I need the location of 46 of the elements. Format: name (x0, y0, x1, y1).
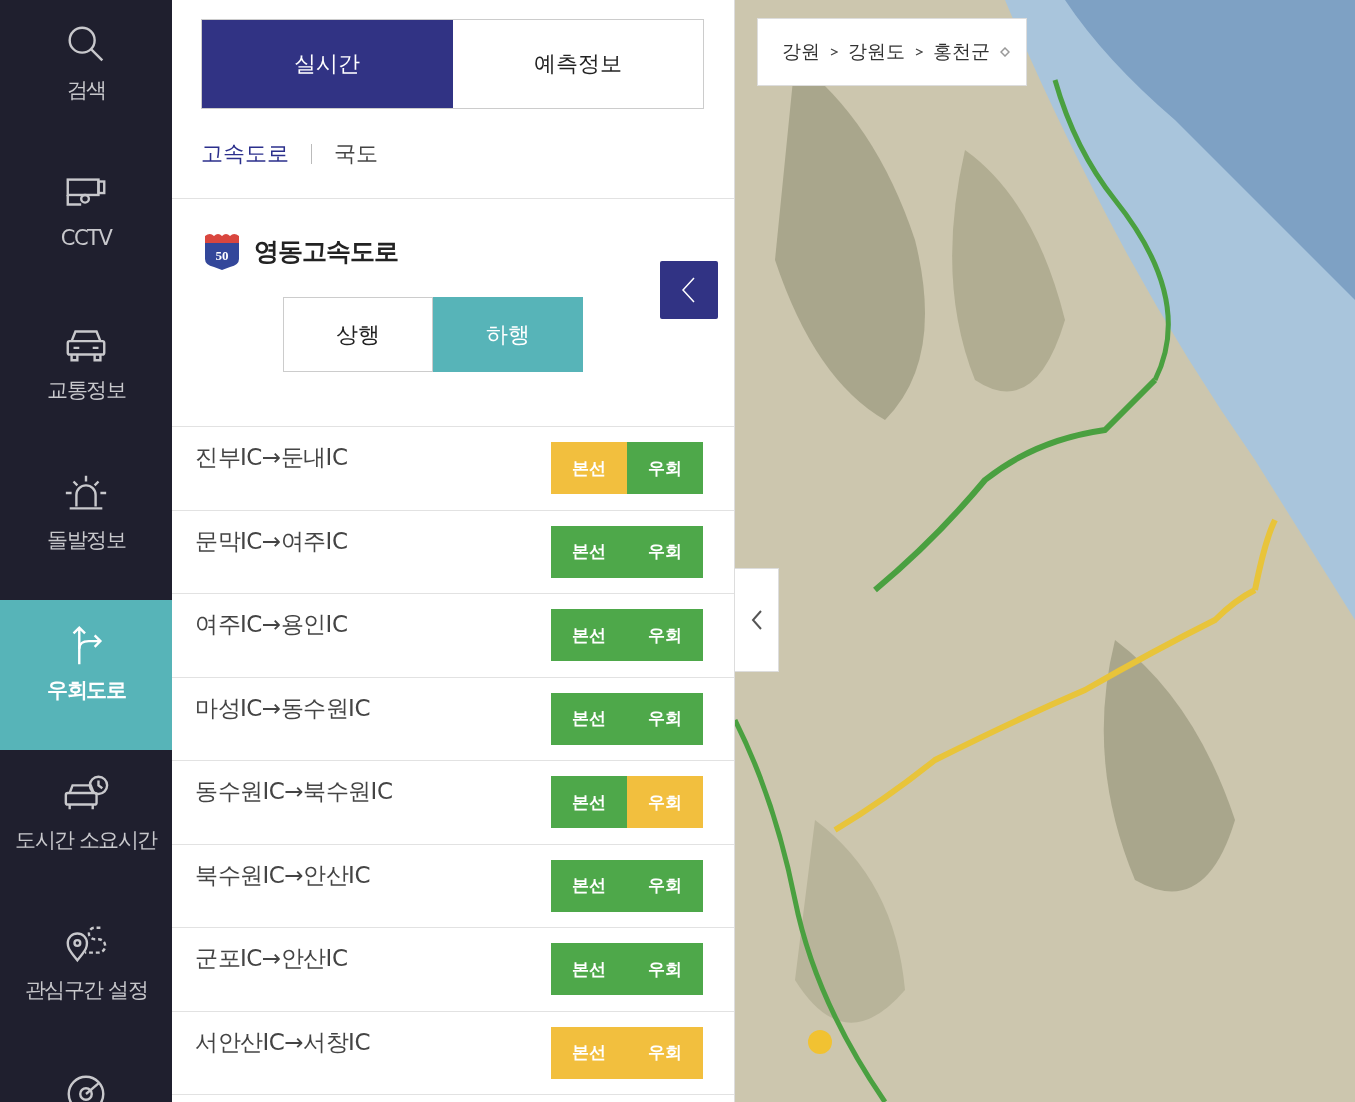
sidebar-item[interactable]: 우회도로 (0, 600, 172, 750)
section-name: 서안산IC→서창IC (195, 1027, 370, 1057)
status-button[interactable]: 우회 (627, 525, 703, 578)
sidebar-item[interactable]: 관심구간 설정 (0, 900, 172, 1050)
section-name: 동수원IC→북수원IC (195, 777, 393, 806)
status-button[interactable]: 우회 (627, 943, 703, 995)
status-button[interactable]: 우회 (627, 859, 703, 912)
breadcrumb-item[interactable]: 강원도 (848, 39, 905, 65)
road-type-tab[interactable]: 국도 (334, 139, 378, 169)
breadcrumb-item[interactable]: 강원 (782, 39, 820, 65)
sidebar-item[interactable]: 도시간 소요시간 (0, 750, 172, 900)
collapse-button[interactable] (660, 261, 718, 319)
status-button[interactable]: 본선 (551, 776, 627, 828)
breadcrumb-item[interactable]: 홍천군 (933, 39, 990, 65)
status-button[interactable]: 본선 (551, 692, 627, 745)
section-name: 북수원IC→안산IC (195, 860, 370, 890)
status-button[interactable]: 우회 (627, 776, 703, 828)
status-button[interactable]: 본선 (551, 943, 627, 995)
status-button[interactable]: 우회 (627, 692, 703, 745)
status-button[interactable]: 우회 (627, 1026, 703, 1079)
status-button[interactable]: 우회 (627, 442, 703, 494)
status-button[interactable]: 본선 (551, 442, 627, 494)
chevron-right-icon (830, 47, 838, 57)
status-button[interactable]: 본선 (551, 609, 627, 661)
status-button[interactable]: 본선 (551, 1026, 627, 1079)
sidebar-item[interactable]: CCTV (0, 150, 172, 300)
sidebar-item[interactable]: 교통정보 (0, 300, 172, 450)
chevron-left-icon (749, 608, 764, 632)
tab[interactable]: 실시간 (202, 20, 453, 108)
section-name: 진부IC→둔내IC (195, 443, 348, 472)
road-name: 영동고속도로 (254, 235, 398, 268)
section-name: 군포IC→안산IC (195, 944, 348, 973)
section-name: 문막IC→여주IC (195, 526, 348, 556)
section-name: 마성IC→동수원IC (195, 693, 370, 723)
direction-tab[interactable]: 상행 (283, 297, 433, 372)
section-name: 여주IC→용인IC (195, 610, 348, 639)
panel-toggle-button[interactable] (735, 568, 779, 672)
status-button[interactable]: 본선 (551, 525, 627, 578)
direction-tab[interactable]: 하행 (433, 297, 583, 372)
sidebar-item[interactable]: 돌발정보 (0, 450, 172, 600)
chevron-right-icon (915, 47, 923, 57)
diamond-icon (1000, 47, 1010, 57)
sidebar-item[interactable]: 검색 (0, 0, 172, 150)
status-button[interactable]: 우회 (627, 609, 703, 661)
status-button[interactable]: 본선 (551, 859, 627, 912)
road-type-tab[interactable]: 고속도로 (201, 139, 289, 169)
